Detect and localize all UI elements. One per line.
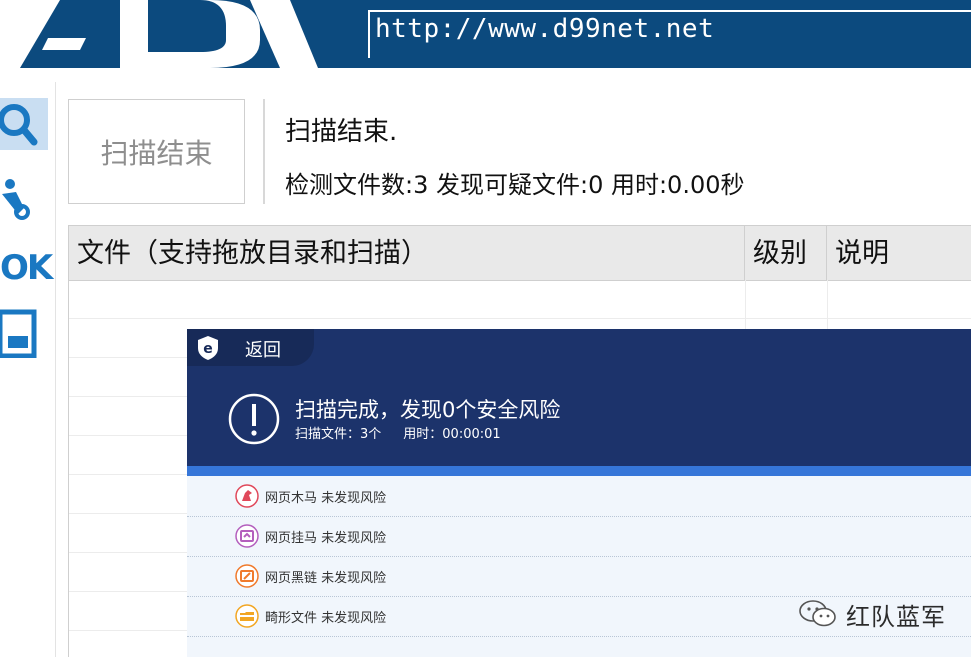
- brand-logo: [0, 0, 318, 68]
- magnifier-icon: [0, 104, 38, 146]
- trojan-icon: [235, 484, 259, 508]
- risk-item-hang-horse: 网页挂马 未发现风险: [187, 516, 971, 557]
- shield-e-icon: e: [198, 336, 218, 360]
- risk-label: 网页挂马 未发现风险: [265, 530, 387, 546]
- watermark: 红队蓝军: [798, 596, 946, 632]
- elapsed-time: 用时：00:00:01: [403, 427, 501, 442]
- risk-label: 网页木马 未发现风险: [265, 490, 387, 506]
- dialog-header: e 返回 扫描完成，发现0个安全风险 扫描文件：3个 用时：00:00:01: [187, 329, 971, 466]
- risk-label: 畸形文件 未发现风险: [265, 610, 387, 626]
- scan-tool-button[interactable]: [0, 98, 48, 150]
- risk-item-trojan: 网页木马 未发现风险: [187, 476, 971, 517]
- scan-end-button[interactable]: 扫描结束: [68, 99, 245, 204]
- scan-status: 扫描结束.: [285, 117, 398, 147]
- toolbar-divider: [55, 82, 56, 657]
- top-banner: http://www.d99net.net: [0, 0, 971, 68]
- website-url[interactable]: http://www.d99net.net: [375, 14, 714, 44]
- scan-divider: [263, 99, 265, 204]
- scan-summary: 检测文件数:3 发现可疑文件:0 用时:0.00秒: [285, 171, 745, 199]
- ok-button[interactable]: OK: [0, 248, 53, 288]
- risk-item-black-link: 网页黑链 未发现风险: [187, 556, 971, 597]
- hang-horse-icon: [235, 524, 259, 548]
- window-button[interactable]: [0, 306, 48, 359]
- column-header-level[interactable]: 级别: [745, 226, 827, 280]
- header-accent-bar: [187, 466, 971, 476]
- column-header-file[interactable]: 文件（支持拖放目录和扫描）: [69, 226, 745, 280]
- result-stats: 扫描文件：3个 用时：00:00:01: [295, 423, 523, 442]
- window-icon: [0, 309, 37, 359]
- column-header-description[interactable]: 说明: [827, 226, 971, 280]
- result-title: 扫描完成，发现0个安全风险: [295, 398, 561, 422]
- wechat-icon: [799, 600, 836, 627]
- tools-button[interactable]: [0, 172, 48, 224]
- back-label: 返回: [245, 340, 281, 361]
- black-link-icon: [235, 564, 259, 588]
- files-scanned: 扫描文件：3个: [295, 427, 382, 442]
- svg-text:e: e: [203, 341, 213, 357]
- left-toolbar: OK: [0, 68, 56, 657]
- folder-icon: [235, 604, 259, 628]
- wrench-person-icon: [2, 179, 30, 220]
- exclamation-icon: [228, 393, 280, 445]
- risk-label: 网页黑链 未发现风险: [265, 570, 387, 586]
- watermark-text: 红队蓝军: [846, 602, 946, 631]
- table-header: 文件（支持拖放目录和扫描） 级别 说明: [69, 225, 971, 281]
- back-button[interactable]: e 返回: [187, 329, 314, 366]
- table-row[interactable]: [69, 280, 971, 319]
